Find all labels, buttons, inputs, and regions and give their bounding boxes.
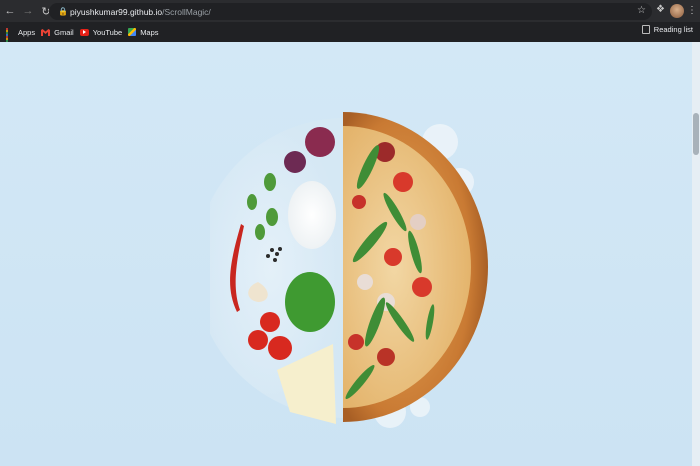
bookmark-label: Gmail: [54, 27, 74, 37]
url-host: piyushkumar99.github.io: [70, 6, 163, 17]
bookmark-star-icon[interactable]: ☆: [637, 5, 646, 16]
apps-grid-icon: [6, 28, 14, 46]
bell-pepper: [285, 272, 335, 332]
browser-toolbar: ← → ↻ 🔒 piyushkumar99.github.io/ScrollMa…: [0, 0, 700, 22]
bookmark-label: Maps: [140, 27, 159, 37]
scrollbar-thumb[interactable]: [693, 113, 699, 155]
bookmark-apps[interactable]: Apps: [6, 25, 36, 46]
bookmark-label: YouTube: [92, 27, 123, 37]
half-pizza-image: [210, 112, 488, 428]
back-arrow-icon[interactable]: ←: [2, 3, 18, 19]
address-bar[interactable]: 🔒 piyushkumar99.github.io/ScrollMagic/ ☆: [49, 3, 652, 20]
profile-avatar[interactable]: [670, 4, 684, 18]
reading-list[interactable]: Reading list: [641, 25, 693, 34]
scrollbar[interactable]: [692, 42, 700, 466]
more-menu-icon[interactable]: ⋮: [687, 4, 697, 18]
reading-list-icon: [641, 25, 650, 34]
extensions-puzzle-icon[interactable]: ❖: [656, 4, 668, 18]
bookmark-gmail[interactable]: Gmail: [41, 25, 74, 39]
url-path: /ScrollMagic/: [162, 6, 211, 17]
flour-pile: [288, 181, 336, 249]
gmail-icon: [41, 28, 51, 36]
page-viewport: [0, 42, 692, 466]
url-text[interactable]: piyushkumar99.github.io/ScrollMagic/: [70, 7, 211, 17]
forward-arrow-icon[interactable]: →: [20, 3, 36, 19]
bookmarks-bar: Apps Gmail YouTube Maps Reading list: [0, 22, 700, 46]
bookmark-youtube[interactable]: YouTube: [79, 25, 123, 39]
reading-list-label: Reading list: [653, 25, 693, 34]
bookmark-maps[interactable]: Maps: [128, 25, 159, 39]
maps-icon: [128, 28, 137, 36]
browser-chrome: ← → ↻ 🔒 piyushkumar99.github.io/ScrollMa…: [0, 0, 700, 46]
youtube-icon: [79, 28, 89, 36]
bookmark-label: Apps: [18, 27, 36, 37]
lock-icon: 🔒: [58, 6, 68, 16]
